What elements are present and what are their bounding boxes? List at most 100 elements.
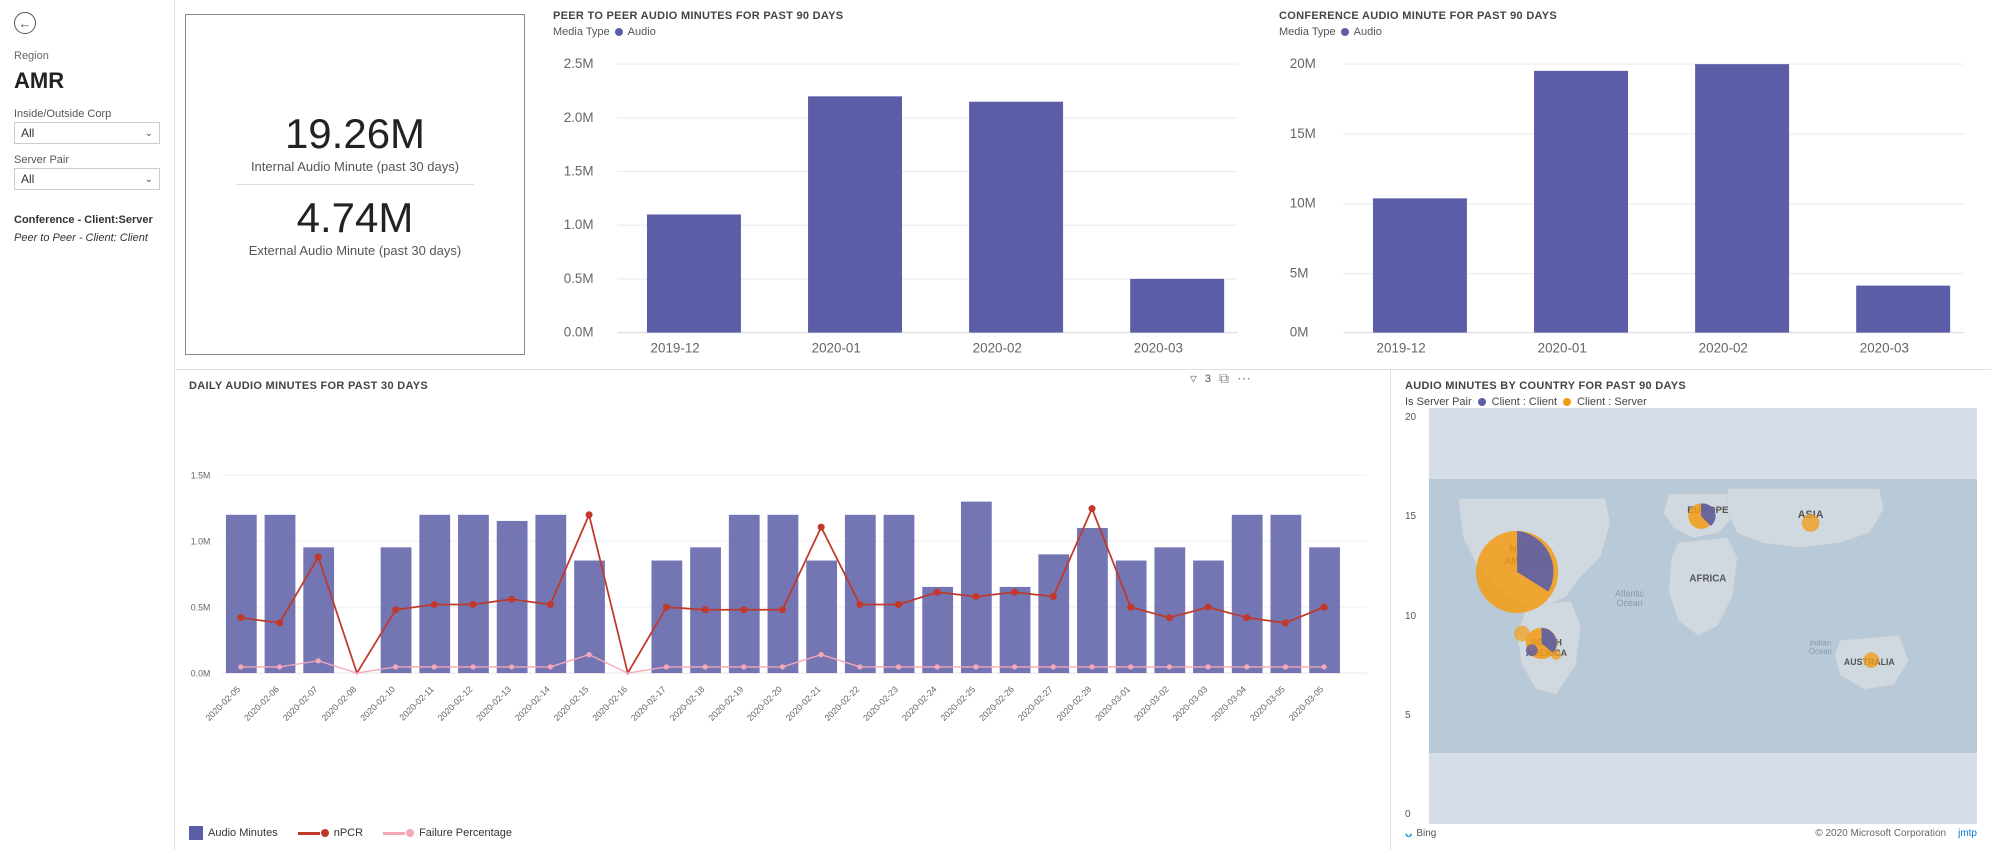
failure-dot-icon	[406, 829, 414, 837]
svg-text:15M: 15M	[1290, 126, 1316, 141]
bar-2020-03	[1130, 279, 1224, 333]
inside-outside-dropdown[interactable]: All ⌄	[14, 122, 160, 144]
svg-text:2020-02-27: 2020-02-27	[1016, 684, 1055, 723]
svg-text:20M: 20M	[1290, 56, 1316, 71]
map-area: Atlantic Ocean Indian Ocean NORTH AMERIC…	[1429, 408, 1977, 824]
kpi-internal-value: 19.26M	[251, 111, 459, 157]
svg-text:2020-01: 2020-01	[812, 341, 861, 356]
conf-bar-2020-01	[1534, 71, 1628, 333]
svg-text:2020-02-12: 2020-02-12	[436, 684, 475, 723]
peer-chart-subtitle: Media Type Audio	[553, 26, 1251, 38]
bing-label: Bing	[1416, 828, 1436, 839]
conference-chart-svg: 20M 15M 10M 5M 0M	[1279, 44, 1977, 366]
jmtp-link[interactable]: jmtp	[1958, 828, 1977, 839]
svg-text:2020-02-20: 2020-02-20	[745, 684, 784, 723]
svg-text:2020-02-06: 2020-02-06	[242, 684, 281, 723]
filter-icon[interactable]: ▿	[1190, 370, 1197, 387]
bar-2020-02	[969, 102, 1063, 333]
svg-text:0.5M: 0.5M	[191, 603, 211, 613]
server-pair-value: All	[21, 172, 34, 186]
svg-text:1.0M: 1.0M	[564, 217, 594, 232]
server-pair-filter-group: Server Pair All ⌄	[14, 154, 160, 190]
is-server-pair-label: Is Server Pair	[1405, 396, 1472, 408]
svg-text:Atlantic: Atlantic	[1615, 588, 1644, 598]
region-label: Region	[14, 50, 160, 62]
svg-text:2020-02-08: 2020-02-08	[320, 684, 359, 723]
conference-chart-area: 20M 15M 10M 5M 0M	[1279, 44, 1977, 366]
map-container: AUDIO MINUTES BY COUNTRY FOR PAST 90 DAY…	[1391, 370, 1991, 850]
daily-chart-svg: 1.5M 1.0M 0.5M 0.0M	[189, 396, 1376, 820]
svg-text:2020-03-03: 2020-03-03	[1171, 684, 1210, 723]
au-bubble	[1863, 652, 1879, 668]
peer-chart-container: PEER TO PEER AUDIO MINUTES FOR PAST 90 D…	[539, 0, 1265, 369]
expand-icon[interactable]: ⧉	[1219, 370, 1229, 387]
svg-text:0M: 0M	[1290, 325, 1309, 340]
svg-text:2020-02-05: 2020-02-05	[203, 684, 242, 723]
svg-text:2020-02-07: 2020-02-07	[281, 684, 320, 723]
svg-text:2020-03-01: 2020-03-01	[1093, 684, 1132, 723]
kpi-internal: 19.26M Internal Audio Minute (past 30 da…	[251, 111, 459, 174]
svg-text:2020-02-17: 2020-02-17	[629, 684, 668, 723]
svg-text:2020-02-24: 2020-02-24	[900, 684, 939, 723]
svg-text:2020-02-21: 2020-02-21	[784, 684, 823, 723]
svg-text:2020-02-19: 2020-02-19	[706, 684, 745, 723]
svg-text:2020-02: 2020-02	[1699, 341, 1748, 356]
svg-text:2020-03-02: 2020-03-02	[1132, 684, 1171, 723]
svg-text:2020-03-05: 2020-03-05	[1287, 684, 1326, 723]
server-pair-label: Server Pair	[14, 154, 160, 166]
server-pair-dropdown[interactable]: All ⌄	[14, 168, 160, 190]
bing-attribution: ᴗ Bing © 2020 Microsoft Corporation jmtp	[1405, 826, 1977, 840]
svg-text:2020-02-25: 2020-02-25	[939, 684, 978, 723]
svg-text:2.5M: 2.5M	[564, 56, 594, 71]
inside-outside-value: All	[21, 126, 34, 140]
legend-failure: Failure Percentage	[383, 826, 512, 840]
conf-bar-2020-03	[1856, 286, 1950, 333]
peer-dot	[615, 28, 623, 36]
svg-text:2020-02: 2020-02	[973, 341, 1022, 356]
svg-text:2020-02-16: 2020-02-16	[590, 684, 629, 723]
svg-text:0.5M: 0.5M	[564, 271, 594, 286]
svg-text:2020-03-04: 2020-03-04	[1209, 684, 1248, 723]
legend-audio-minutes: Audio Minutes	[189, 826, 278, 840]
peer-media-type: Audio	[628, 26, 656, 38]
npcr-icon	[298, 832, 320, 835]
svg-text:2020-02-10: 2020-02-10	[358, 684, 397, 723]
svg-text:10M: 10M	[1290, 196, 1316, 211]
back-button[interactable]: ←	[14, 12, 160, 34]
svg-text:Ocean: Ocean	[1617, 598, 1643, 608]
svg-text:1.5M: 1.5M	[191, 471, 211, 481]
sidebar: ← Region AMR Inside/Outside Corp All ⌄ S…	[0, 0, 175, 850]
peer-media-label: Media Type	[553, 26, 610, 38]
legend-npcr-label: nPCR	[334, 827, 363, 839]
asia-bubble	[1802, 514, 1820, 532]
client-server-dot	[1563, 398, 1571, 406]
dashboard: ← Region AMR Inside/Outside Corp All ⌄ S…	[0, 0, 1991, 850]
back-icon[interactable]: ←	[14, 12, 36, 34]
kpi-internal-desc: Internal Audio Minute (past 30 days)	[251, 159, 459, 174]
bar-2020-01	[808, 96, 902, 332]
svg-text:2.0M: 2.0M	[564, 110, 594, 125]
map-svg: Atlantic Ocean Indian Ocean NORTH AMERIC…	[1429, 408, 1977, 824]
more-icon[interactable]: ⋯	[1237, 370, 1251, 387]
kpi-external: 4.74M External Audio Minute (past 30 day…	[249, 195, 461, 258]
conf-media-label: Media Type	[1279, 26, 1336, 38]
svg-text:2020-02-26: 2020-02-26	[977, 684, 1016, 723]
top-row: 19.26M Internal Audio Minute (past 30 da…	[175, 0, 1991, 370]
conf-bar-2019-12	[1373, 198, 1467, 332]
region-value: AMR	[14, 68, 160, 94]
legend-npcr: nPCR	[298, 826, 363, 840]
svg-text:Indian: Indian	[1810, 638, 1831, 647]
svg-text:2020-01: 2020-01	[1538, 341, 1587, 356]
conf-media-type: Audio	[1354, 26, 1382, 38]
conf-dot	[1341, 28, 1349, 36]
svg-text:5M: 5M	[1290, 266, 1309, 281]
svg-text:2020-03-05: 2020-03-05	[1248, 684, 1287, 723]
failure-icon	[383, 832, 405, 835]
svg-text:0.0M: 0.0M	[564, 325, 594, 340]
bar-2019-12	[647, 214, 741, 332]
legend-p2p: Peer to Peer - Client: Client	[14, 232, 148, 244]
peer-chart-actions: ▿ 3 ⧉ ⋯	[553, 370, 1251, 387]
copyright: © 2020 Microsoft Corporation	[1440, 828, 1946, 839]
svg-text:1.0M: 1.0M	[191, 537, 211, 547]
svg-text:AFRICA: AFRICA	[1689, 574, 1726, 585]
